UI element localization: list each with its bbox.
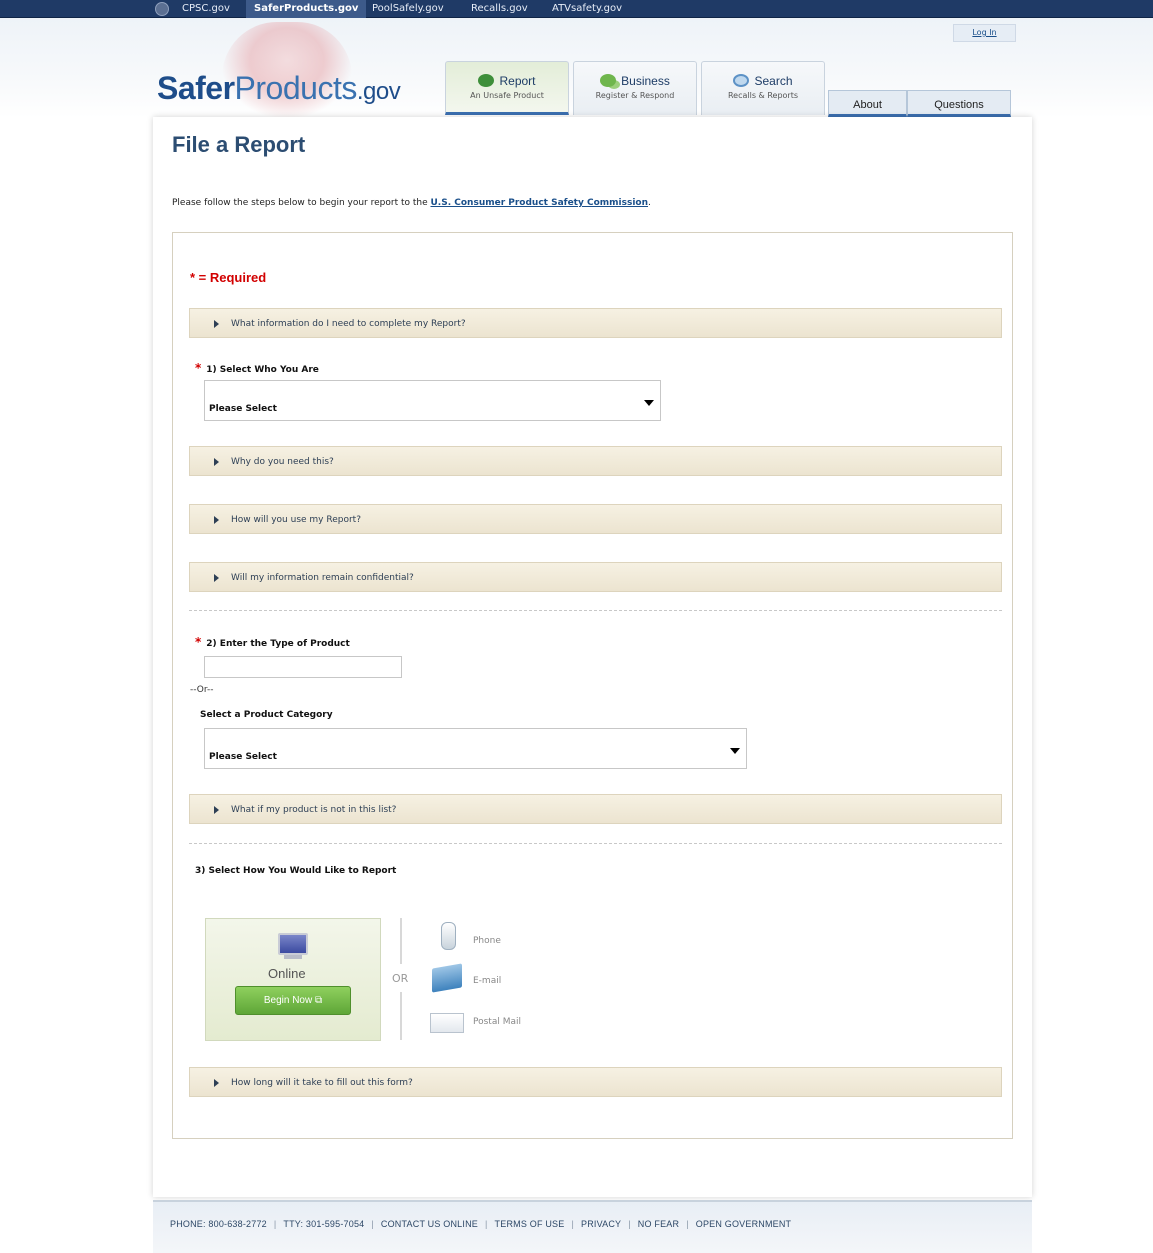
login-link[interactable]: Log In	[953, 24, 1016, 42]
required-note: * = Required	[190, 270, 267, 285]
gov-link-cpsc[interactable]: CPSC.gov	[174, 0, 238, 18]
computer-monitor-icon	[278, 933, 308, 955]
or-text: --Or--	[190, 685, 214, 695]
footer-tty: TTY: 301-595-7054	[283, 1219, 365, 1229]
monitor-stand	[284, 955, 302, 959]
begin-now-button[interactable]: Begin Now ⧉	[235, 986, 351, 1015]
triangle-right-icon	[214, 516, 219, 524]
accordion-how-long-label: How long will it take to fill out this f…	[231, 1078, 413, 1088]
q1-label: * 1) Select Who You Are	[195, 361, 319, 375]
accordion-not-in-list-label: What if my product is not in this list?	[231, 805, 397, 815]
section-divider	[189, 610, 1002, 611]
gov-link-saferproducts[interactable]: SaferProducts.gov	[246, 0, 367, 18]
postal-envelope-icon	[430, 1013, 464, 1033]
accordion-confidential[interactable]: Will my information remain confidential?	[189, 562, 1002, 592]
who-you-are-select[interactable]: Please Select	[204, 380, 661, 421]
method-phone-label: Phone	[473, 936, 501, 946]
gov-link-atvsafety[interactable]: ATVsafety.gov	[544, 0, 630, 18]
tab-report-label: Report	[499, 74, 536, 88]
tab-report[interactable]: Report An Unsafe Product	[445, 61, 569, 115]
q3-label: 3) Select How You Would Like to Report	[195, 866, 397, 876]
tab-search[interactable]: Search Recalls & Reports	[701, 61, 825, 115]
footer-contact-link[interactable]: CONTACT US ONLINE	[381, 1219, 478, 1229]
logo-products: Products	[234, 70, 358, 106]
accordion-not-in-list[interactable]: What if my product is not in this list?	[189, 794, 1002, 824]
product-type-input[interactable]	[204, 656, 402, 678]
section-divider	[189, 843, 1002, 844]
accordion-why-need[interactable]: Why do you need this?	[189, 446, 1002, 476]
intro-text: Please follow the steps below to begin y…	[172, 198, 651, 208]
site-logo[interactable]: SaferProducts.gov	[157, 70, 401, 110]
triangle-right-icon	[214, 1079, 219, 1087]
tab-search-label: Search	[754, 74, 793, 88]
speech-bubble-icon	[478, 74, 495, 87]
method-email-label: E-mail	[473, 976, 502, 986]
tab-business-label: Business	[621, 74, 670, 88]
or-divider-top	[400, 918, 402, 964]
gov-link-recalls[interactable]: Recalls.gov	[463, 0, 536, 18]
product-category-value: Please Select	[209, 752, 277, 762]
tab-business[interactable]: Business Register & Respond	[573, 61, 697, 115]
tab-questions[interactable]: Questions	[907, 90, 1011, 117]
footer-links: PHONE: 800-638-2772 | TTY: 301-595-7054 | CO…	[170, 1219, 792, 1229]
q2-label: * 2) Enter the Type of Product	[195, 635, 350, 649]
external-link-icon: ⧉	[315, 995, 323, 1006]
logo-safer: Safer	[157, 70, 235, 106]
accordion-confidential-label: Will my information remain confidential?	[231, 573, 414, 583]
accordion-what-info[interactable]: What information do I need to complete m…	[189, 308, 1002, 338]
accordion-what-info-label: What information do I need to complete m…	[231, 319, 466, 329]
triangle-right-icon	[214, 806, 219, 814]
footer-opengov-link[interactable]: OPEN GOVERNMENT	[696, 1219, 792, 1229]
accordion-how-long[interactable]: How long will it take to fill out this f…	[189, 1067, 1002, 1097]
caret-down-icon	[644, 400, 654, 406]
tab-report-sub: An Unsafe Product	[470, 91, 544, 100]
gov-link-poolsafely[interactable]: PoolSafely.gov	[364, 0, 452, 18]
accordion-how-use[interactable]: How will you use my Report?	[189, 504, 1002, 534]
chat-bubbles-icon	[600, 74, 617, 87]
gov-network-bar: CPSC.gov SaferProducts.gov PoolSafely.go…	[0, 0, 1153, 18]
cpsc-link[interactable]: U.S. Consumer Product Safety Commission	[431, 198, 649, 208]
magnifier-icon	[733, 74, 750, 87]
logo-gov: .gov	[356, 78, 401, 105]
method-postal-label: Postal Mail	[473, 1017, 521, 1027]
cpsc-seal-icon	[155, 2, 169, 16]
caret-down-icon	[730, 748, 740, 754]
footer-privacy-link[interactable]: PRIVACY	[581, 1219, 621, 1229]
footer-phone: PHONE: 800-638-2772	[170, 1219, 267, 1229]
triangle-right-icon	[214, 320, 219, 328]
phone-icon	[441, 922, 456, 950]
triangle-right-icon	[214, 574, 219, 582]
accordion-how-use-label: How will you use my Report?	[231, 515, 361, 525]
who-you-are-value: Please Select	[209, 404, 277, 414]
online-label: Online	[268, 966, 306, 981]
or-divider-bottom	[400, 992, 402, 1040]
footer-nofear-link[interactable]: NO FEAR	[638, 1219, 679, 1229]
triangle-right-icon	[214, 458, 219, 466]
tab-about[interactable]: About	[828, 90, 907, 117]
tab-business-sub: Register & Respond	[595, 91, 675, 100]
product-category-select[interactable]: Please Select	[204, 728, 747, 769]
or-separator: OR	[392, 972, 409, 985]
tab-search-sub: Recalls & Reports	[727, 91, 799, 100]
footer-terms-link[interactable]: TERMS OF USE	[495, 1219, 565, 1229]
accordion-why-need-label: Why do you need this?	[231, 457, 334, 467]
page-title: File a Report	[172, 132, 306, 157]
category-label: Select a Product Category	[200, 710, 333, 720]
